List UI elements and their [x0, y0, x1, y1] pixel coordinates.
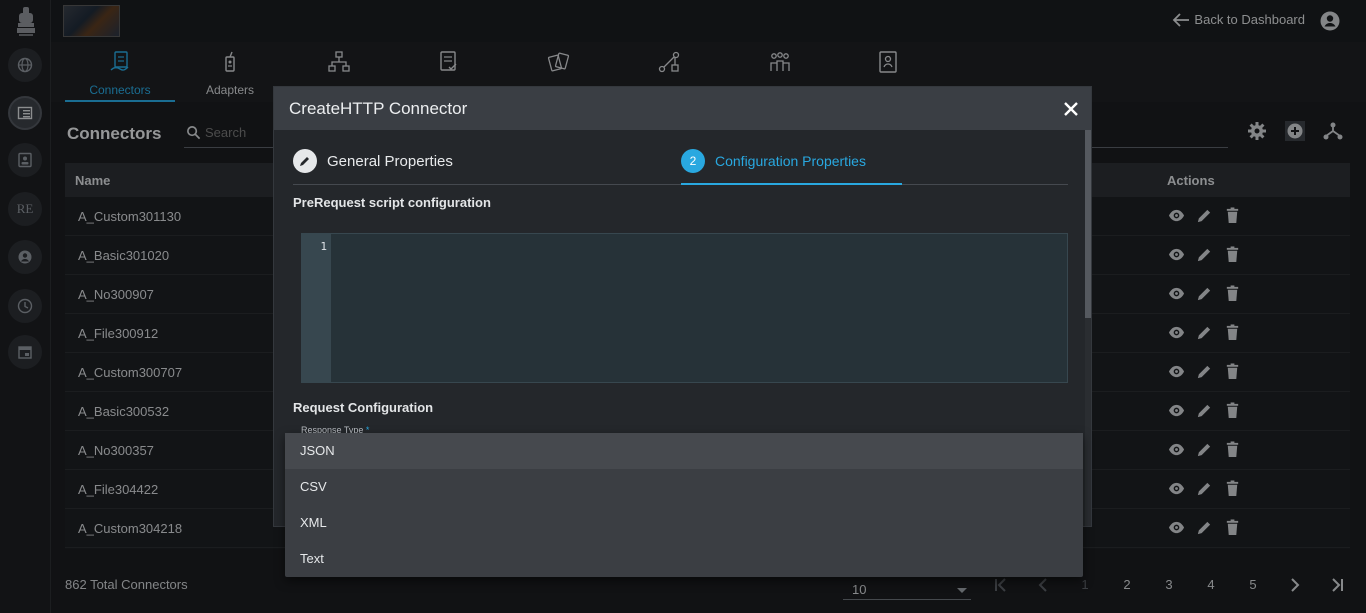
option-json[interactable]: JSON — [285, 433, 1083, 469]
line-number: 1 — [320, 240, 327, 253]
editor-gutter: 1 — [302, 234, 331, 382]
step-label: General Properties — [327, 152, 453, 170]
prerequest-section-title: PreRequest script configuration — [293, 195, 491, 210]
step-edit-badge — [293, 149, 317, 173]
dialog-title: CreateHTTP Connector — [289, 99, 468, 118]
dialog-header: CreateHTTP Connector — [274, 87, 1091, 130]
step-number-badge: 2 — [681, 149, 705, 173]
step-configuration-properties[interactable]: 2 Configuration Properties — [681, 149, 866, 173]
dialog-scrollbar-thumb[interactable] — [1085, 130, 1091, 318]
stepper-active-indicator — [681, 183, 902, 185]
pencil-icon — [300, 157, 309, 166]
request-section-title: Request Configuration — [293, 400, 434, 415]
option-text[interactable]: Text — [285, 541, 1083, 577]
close-icon[interactable] — [1063, 101, 1079, 117]
step-general-properties[interactable]: General Properties — [293, 149, 453, 173]
option-csv[interactable]: CSV — [285, 469, 1083, 505]
prerequest-script-editor[interactable]: 1 — [301, 233, 1068, 383]
step-label: Configuration Properties — [715, 153, 866, 169]
response-type-dropdown: JSON CSV XML Text — [285, 433, 1083, 577]
option-xml[interactable]: XML — [285, 505, 1083, 541]
